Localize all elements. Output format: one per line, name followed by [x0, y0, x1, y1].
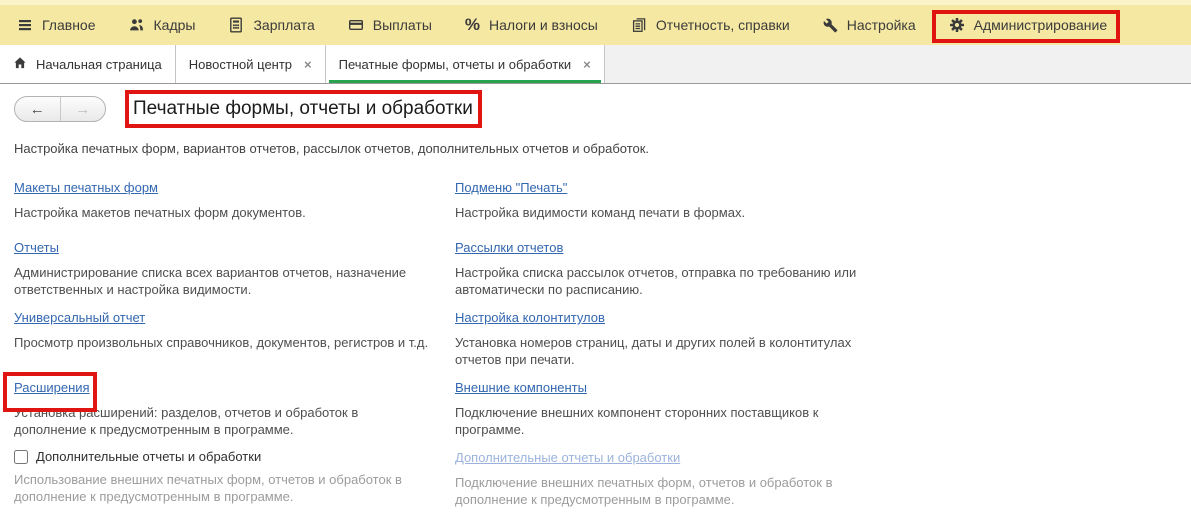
external-components-link[interactable]: Внешние компоненты: [455, 380, 587, 395]
setting-item-reports: Отчеты Администрирование списка всех вар…: [14, 239, 455, 309]
item-description: Использование внешних печатных форм, отч…: [14, 471, 435, 505]
back-icon: ←: [30, 101, 45, 118]
setting-item-extensions: Расширения Установка расширений: раздело…: [14, 379, 455, 449]
universal-report-link[interactable]: Универсальный отчет: [14, 310, 145, 325]
app-window: Главное Кадры Зарплата Выплаты % Налоги …: [0, 0, 1191, 520]
menu-item-zarplata[interactable]: Зарплата: [228, 17, 314, 33]
menu-item-label: Налоги и взносы: [489, 17, 598, 33]
menu-item-administrirovanie[interactable]: Администрирование: [949, 17, 1108, 33]
tab-bar: Начальная страница Новостной центр × Печ…: [0, 45, 1191, 84]
item-description: Подключение внешних компонент сторонних …: [455, 404, 1155, 438]
additional-reports-link-disabled[interactable]: Дополнительные отчеты и обработки: [455, 450, 680, 465]
item-description: Просмотр произвольных справочников, доку…: [14, 334, 435, 351]
menu-item-kadry[interactable]: Кадры: [129, 17, 196, 33]
page-subtitle: Настройка печатных форм, вариантов отчет…: [14, 141, 1175, 156]
section-menu-bar: Главное Кадры Зарплата Выплаты % Налоги …: [0, 5, 1191, 45]
menu-item-nalogi[interactable]: % Налоги и взносы: [465, 17, 598, 33]
close-icon[interactable]: ×: [583, 57, 591, 72]
menu-item-glavnoe[interactable]: Главное: [17, 17, 96, 33]
print-layouts-link[interactable]: Макеты печатных форм: [14, 180, 158, 195]
menu-item-otchetnost[interactable]: Отчетность, справки: [631, 17, 790, 33]
item-description: Настройка видимости команд печати в форм…: [455, 204, 1155, 221]
menu-item-label: Администрирование: [974, 17, 1108, 33]
setting-item-additional-reports-link: Дополнительные отчеты и обработки Подклю…: [455, 449, 1175, 508]
additional-reports-checkbox-row[interactable]: Дополнительные отчеты и обработки: [14, 449, 435, 464]
settings-grid: Макеты печатных форм Настройка макетов п…: [14, 179, 1175, 508]
setting-item-universal-report: Универсальный отчет Просмотр произвольны…: [14, 309, 455, 379]
setting-item-print-submenu: Подменю "Печать" Настройка видимости ком…: [455, 179, 1175, 239]
setting-item-print-layouts: Макеты печатных форм Настройка макетов п…: [14, 179, 455, 239]
item-description: Администрирование списка всех вариантов …: [14, 264, 435, 298]
menu-item-label: Отчетность, справки: [656, 17, 790, 33]
forward-button[interactable]: →: [60, 97, 106, 121]
checkbox-label: Дополнительные отчеты и обработки: [36, 449, 261, 464]
tab-news-center[interactable]: Новостной центр ×: [176, 45, 326, 83]
navigation-row: ← → Печатные формы, отчеты и обработки: [14, 94, 1175, 124]
menu-item-label: Зарплата: [253, 17, 314, 33]
setting-item-external-components: Внешние компоненты Подключение внешних к…: [455, 379, 1175, 449]
setting-item-report-mailings: Рассылки отчетов Настройка списка рассыл…: [455, 239, 1175, 309]
calculator-icon: [228, 17, 244, 33]
print-submenu-link[interactable]: Подменю "Печать": [455, 180, 567, 195]
extensions-link[interactable]: Расширения: [14, 380, 90, 395]
people-icon: [129, 17, 145, 33]
page-title: Печатные формы, отчеты и обработки: [133, 97, 473, 121]
tab-label: Новостной центр: [189, 57, 292, 72]
wrench-icon: [823, 18, 838, 33]
menu-item-label: Выплаты: [373, 17, 432, 33]
setting-item-additional-reports-checkbox: Дополнительные отчеты и обработки Исполь…: [14, 449, 455, 508]
report-mailings-link[interactable]: Рассылки отчетов: [455, 240, 563, 255]
documents-icon: [631, 17, 647, 33]
item-description: Установка расширений: разделов, отчетов …: [14, 404, 435, 438]
setting-item-headers-footers: Настройка колонтитулов Установка номеров…: [455, 309, 1175, 379]
forward-icon: →: [75, 101, 90, 118]
headers-footers-link[interactable]: Настройка колонтитулов: [455, 310, 605, 325]
menu-item-label: Кадры: [154, 17, 196, 33]
back-button[interactable]: ←: [15, 97, 60, 121]
menu-item-nastroyka[interactable]: Настройка: [823, 17, 916, 33]
history-nav-buttons: ← →: [14, 96, 106, 122]
item-description: Подключение внешних печатных форм, отчет…: [455, 474, 1155, 508]
page-content: ← → Печатные формы, отчеты и обработки Н…: [0, 84, 1191, 508]
tab-print-forms[interactable]: Печатные формы, отчеты и обработки ×: [326, 45, 605, 83]
item-description: Настройка списка рассылок отчетов, отпра…: [455, 264, 1155, 298]
menu-item-label: Главное: [42, 17, 96, 33]
item-description: Установка номеров страниц, даты и других…: [455, 334, 1155, 368]
tab-home[interactable]: Начальная страница: [0, 45, 176, 83]
additional-reports-checkbox[interactable]: [14, 450, 28, 464]
reports-link[interactable]: Отчеты: [14, 240, 59, 255]
card-icon: [348, 17, 364, 33]
tab-label: Начальная страница: [36, 57, 162, 72]
percent-icon: %: [465, 17, 480, 33]
home-icon: [13, 56, 27, 73]
menu-item-label: Настройка: [847, 17, 916, 33]
menu-item-vyplaty[interactable]: Выплаты: [348, 17, 432, 33]
tab-label: Печатные формы, отчеты и обработки: [339, 57, 572, 72]
item-description: Настройка макетов печатных форм документ…: [14, 204, 435, 221]
hamburger-icon: [17, 17, 33, 33]
close-icon[interactable]: ×: [304, 57, 312, 72]
gear-icon: [949, 17, 965, 33]
